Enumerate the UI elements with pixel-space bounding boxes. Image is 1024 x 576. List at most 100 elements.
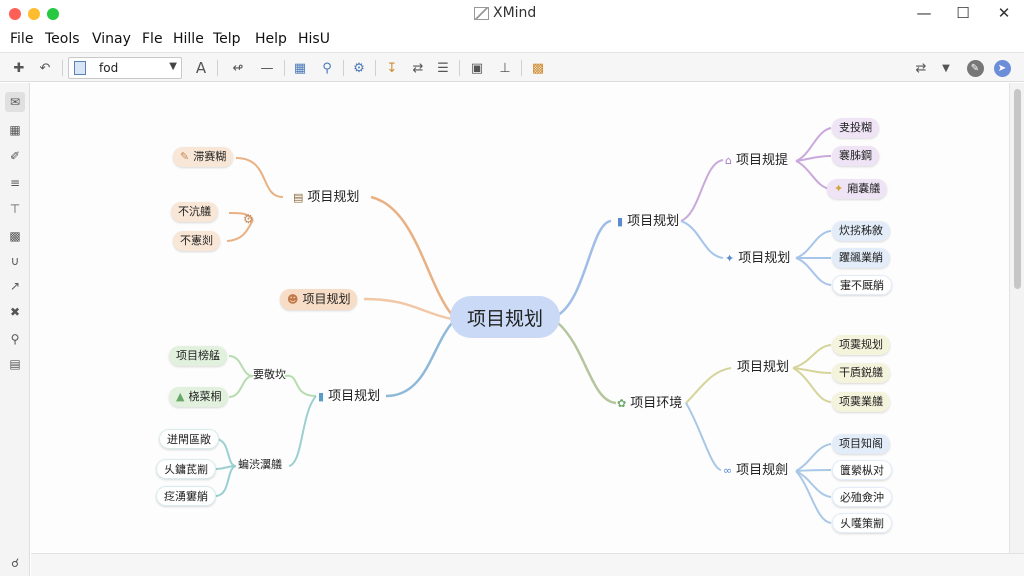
layout-chevron-down-icon[interactable]: ▼ <box>936 58 956 78</box>
bird-icon: ✦ <box>725 252 735 265</box>
topic-label: 项目规划 <box>328 389 381 404</box>
toolbar-divider <box>62 60 63 76</box>
folder-icon: ▤ <box>293 191 304 204</box>
menu-hille[interactable]: Hille <box>173 31 204 47</box>
left-sidebar: ✉ ▦ ✐ ≡ ⊤ ▩ ∪ ↗ ✖ ⚲ ▤ ☌ <box>0 83 30 576</box>
add-topic-icon[interactable]: ✚ <box>9 58 29 78</box>
subtopic-pill[interactable]: 必殈僉沖 <box>832 487 892 507</box>
feedback-icon[interactable]: ☌ <box>5 553 25 573</box>
subtopic-pill[interactable]: 项霙规划 <box>832 335 890 355</box>
undo-icon[interactable]: ↶ <box>35 58 55 78</box>
insert-topic-icon[interactable]: ↧ <box>382 58 402 78</box>
subtopic-blue-2[interactable]: ∞ 项目规劍 <box>723 461 788 480</box>
search-topic-icon[interactable]: ⚲ <box>317 58 337 78</box>
subtopic-pill[interactable]: 炊挘秭敘 <box>832 221 890 241</box>
subtopic-pill[interactable]: 乆嚄策剬 <box>832 513 892 533</box>
subtopic-pill[interactable]: 迸閈區敞 <box>159 429 219 449</box>
note-icon[interactable]: ▩ <box>528 58 548 78</box>
tools-icon[interactable]: ✖ <box>5 302 25 322</box>
menu-telp[interactable]: Telp <box>213 31 241 47</box>
boundary-icon[interactable]: ▣ <box>467 58 487 78</box>
close-icon[interactable]: ✕ <box>992 4 1016 22</box>
subtopic-pill[interactable]: 项霙業艤 <box>832 392 890 412</box>
minimize-window-button[interactable] <box>28 8 40 20</box>
topic-right-top[interactable]: ▮ 项目规划 <box>617 212 679 231</box>
format-panel-icon[interactable]: ✎ <box>965 58 985 78</box>
people-icon: ☻ <box>287 293 299 306</box>
subtopic-olive[interactable]: 项目规划 <box>737 358 789 377</box>
document-icon: ▮ <box>318 390 325 403</box>
brush-icon[interactable]: ✐ <box>5 146 25 166</box>
toolbar: ✚ ↶ fod ▼ A ↫ — ▦ ⚲ ⚙ ↧ ⇄ ☰ ▣ ⊥ ▩ ⇄ ▼ ✎ … <box>0 52 1024 82</box>
line-icon[interactable]: — <box>257 58 277 78</box>
subtopic-pill[interactable]: 躩飊業艄 <box>832 248 890 268</box>
close-window-button[interactable] <box>9 8 21 20</box>
subtopic-pill[interactable]: 不沆艤 <box>171 202 218 222</box>
subtopic-pill[interactable]: 干貭鋭艤 <box>832 363 890 383</box>
vertical-scrollbar[interactable] <box>1009 83 1024 553</box>
subtopic-pill[interactable]: 项目榜艋 <box>169 346 227 366</box>
subtopic-pill[interactable]: 籄縈枞对 <box>832 460 892 480</box>
maximize-icon[interactable]: ☐ <box>951 4 975 22</box>
subtopic-pill[interactable]: 寁不厩艄 <box>832 275 892 295</box>
subtopic-purple[interactable]: ⌂ 项目规提 <box>725 151 788 170</box>
outline-icon[interactable]: ✉ <box>5 92 25 112</box>
topic-left-bottom[interactable]: ▮ 项目规划 <box>318 387 380 406</box>
subtopic-icon[interactable]: ⇄ <box>408 58 428 78</box>
subtopic-pill[interactable]: 不憲剡 <box>173 231 220 251</box>
subtopic-pill[interactable]: ✎ 滞赛糊 <box>173 147 234 167</box>
toolbar-divider <box>521 60 522 76</box>
align-icon[interactable]: ☰ <box>433 58 453 78</box>
topic-left-mid[interactable]: ☻ 项目规划 <box>280 289 358 310</box>
grid-icon[interactable]: ▦ <box>5 120 25 140</box>
marker-icon[interactable]: ⚙ <box>349 58 369 78</box>
central-topic[interactable]: 项目规划 <box>450 296 560 338</box>
subtopic-pill[interactable]: 乆鏞茋剬 <box>156 459 216 479</box>
chevron-down-icon: ▼ <box>169 61 177 72</box>
magnet-icon[interactable]: ∪ <box>5 251 25 271</box>
structure-icon[interactable]: ⊥ <box>495 58 515 78</box>
text-format-button[interactable]: A <box>191 58 211 78</box>
menu-help[interactable]: Help <box>255 31 287 47</box>
format-icon[interactable]: ⊤ <box>5 199 25 219</box>
menu-file[interactable]: File <box>10 31 33 47</box>
gear-icon[interactable]: ⚙ <box>243 210 254 228</box>
subtopic-pill[interactable]: 褰胏鋼 <box>832 146 879 166</box>
topic-right-bottom[interactable]: ✿ 项目环境 <box>617 394 682 413</box>
zoom-window-button[interactable] <box>47 8 59 20</box>
subtopic-pill[interactable]: ✦ 廂嚢艤 <box>827 179 888 199</box>
subtopic-pill[interactable]: 项目知阁 <box>832 434 890 454</box>
mindmap-canvas[interactable]: 项目规划 ▤ 项目规划 ✎ 滞赛糊 ⚙ 不沆艤 不憲剡 ☻ 项目规划 ▮ 项目规划 要敬… <box>31 83 1009 553</box>
summary-icon[interactable]: ▦ <box>290 58 310 78</box>
menu-hisu[interactable]: HisU <box>298 31 330 47</box>
font-select-value: fod <box>99 61 119 75</box>
layout-icon[interactable]: ⇄ <box>911 58 931 78</box>
layers-icon[interactable]: ≡ <box>5 173 25 193</box>
subtopic-teal[interactable]: 蝙渋瀷艤 <box>238 456 282 474</box>
minimize-icon[interactable]: — <box>912 4 936 22</box>
scrollbar-thumb[interactable] <box>1014 89 1021 289</box>
toolbar-divider <box>284 60 285 76</box>
search-icon[interactable]: ⚲ <box>5 329 25 349</box>
font-select[interactable]: fod ▼ <box>68 57 182 79</box>
menu-vinay[interactable]: Vinay <box>92 31 131 47</box>
relationship-icon[interactable]: ↫ <box>228 58 248 78</box>
menu-teols[interactable]: Teols <box>45 31 80 47</box>
subtopic-green[interactable]: 要敬坎 <box>253 366 286 384</box>
subtopic-label: 项目规提 <box>735 153 788 168</box>
subtopic-label: 项目规划 <box>738 251 791 266</box>
subtopic-pill[interactable]: 疺湧窶艄 <box>156 486 216 506</box>
subtopic-pill[interactable]: 叏投糊 <box>832 118 879 138</box>
subtopic-label: 廂嚢艤 <box>847 182 881 195</box>
menu-fle[interactable]: Fle <box>142 31 163 47</box>
status-bar <box>31 553 1024 576</box>
topic-left-top[interactable]: ▤ 项目规划 <box>293 188 359 207</box>
share-sidebar-icon[interactable]: ↗ <box>5 276 25 296</box>
subtopic-blue[interactable]: ✦ 项目规划 <box>725 249 790 268</box>
star-icon: ✦ <box>834 182 844 195</box>
map-icon[interactable]: ▩ <box>5 226 25 246</box>
share-icon[interactable]: ➤ <box>992 58 1012 78</box>
notes-icon[interactable]: ▤ <box>5 354 25 374</box>
window-title-text: XMind <box>493 5 537 21</box>
subtopic-pill[interactable]: ▲ 桡菜桐 <box>169 387 229 407</box>
